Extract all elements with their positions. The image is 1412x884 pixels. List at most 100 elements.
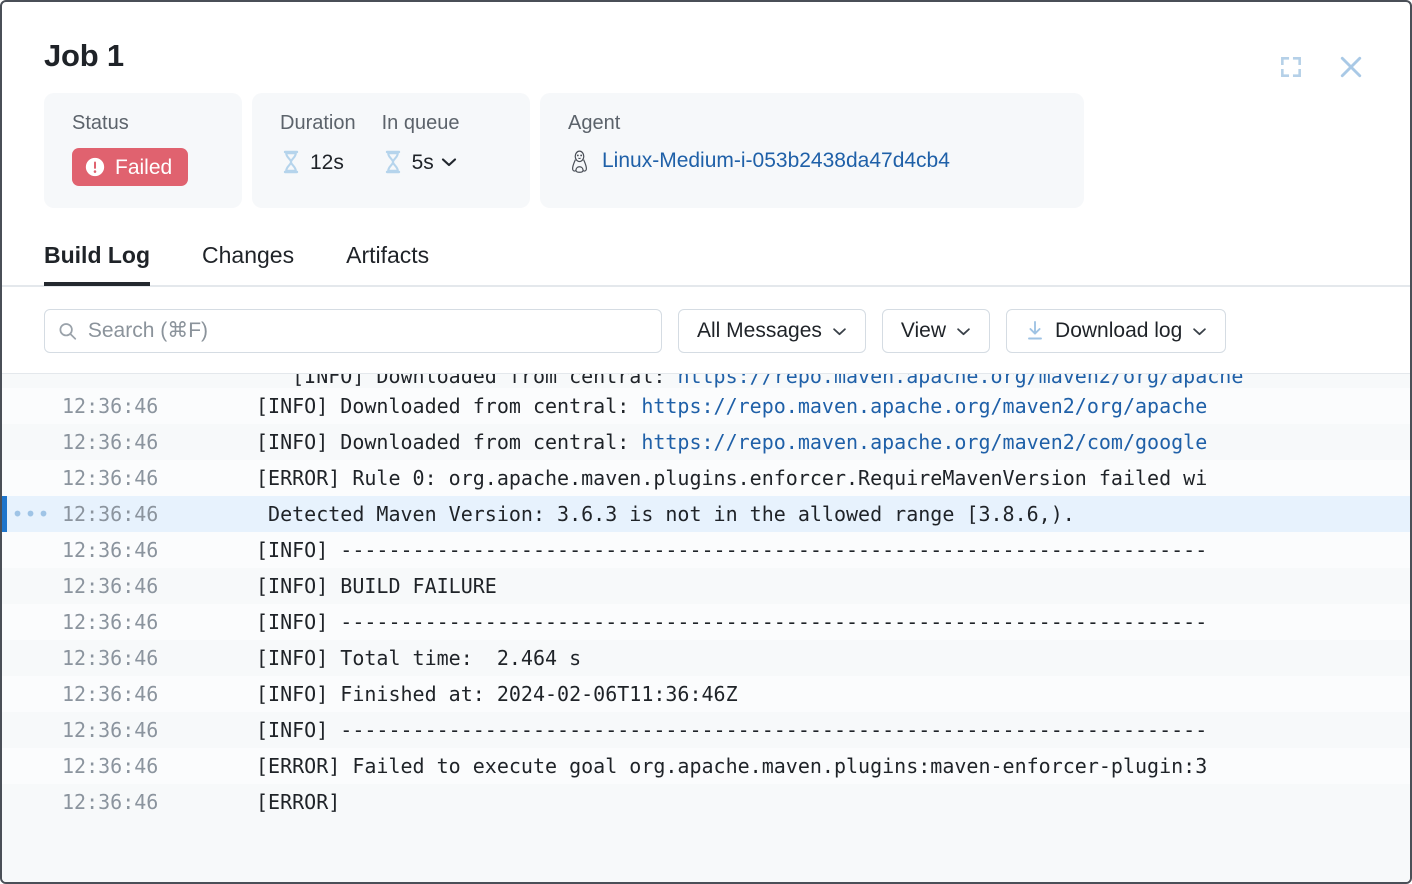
hourglass-icon bbox=[283, 150, 299, 174]
log-row-timestamp: 12:36:46 bbox=[62, 394, 159, 418]
search-icon bbox=[59, 323, 77, 340]
tab-artifacts[interactable]: Artifacts bbox=[346, 242, 429, 285]
in-queue-label: In queue bbox=[381, 112, 460, 134]
dialog-header: Job 1 bbox=[2, 2, 1410, 78]
log-row-message: Detected Maven Version: 3.6.3 is not in … bbox=[256, 502, 1410, 526]
search-box[interactable] bbox=[44, 309, 662, 353]
expand-icon bbox=[1281, 57, 1301, 77]
status-badge-label: Failed bbox=[115, 155, 173, 179]
log-row-message: [INFO] BUILD FAILURE bbox=[256, 574, 1410, 598]
log-row-message: [ERROR] Rule 0: org.apache.maven.plugins… bbox=[256, 466, 1410, 490]
log-row[interactable]: 12:36:46 [ERROR] Failed to execute goal o… bbox=[2, 748, 1410, 784]
log-row[interactable]: 12:36:46 [INFO] -------------------------… bbox=[2, 604, 1410, 640]
duration-value: 12s bbox=[310, 150, 344, 174]
log-row[interactable]: 12:36:46 [INFO] -------------------------… bbox=[2, 532, 1410, 568]
timing-card: Duration 12s In queue 5s bbox=[252, 93, 530, 208]
agent-link[interactable]: Linux-Medium-i-053b2438da47d4cb4 bbox=[602, 149, 950, 173]
log-row-timestamp: 12:36:46 bbox=[62, 790, 159, 814]
log-row-message: [INFO] Total time: 2.464 s bbox=[256, 646, 1410, 670]
close-icon bbox=[1340, 56, 1362, 78]
page-title: Job 1 bbox=[44, 38, 124, 73]
log-row-message: [INFO] ---------------------------------… bbox=[256, 718, 1410, 742]
log-row-timestamp: 12:36:46 bbox=[62, 574, 159, 598]
log-row-message: [ERROR] bbox=[256, 790, 1410, 814]
log-text: [INFO] Downloaded from central: bbox=[256, 374, 678, 388]
chevron-down-icon bbox=[957, 327, 970, 335]
log-row-message: [INFO] ---------------------------------… bbox=[256, 610, 1410, 634]
log-row-timestamp: 12:36:46 bbox=[62, 646, 159, 670]
log-row-timestamp: 12:36:46 bbox=[62, 430, 159, 454]
log-text: [INFO] Downloaded from central: bbox=[256, 394, 642, 418]
view-label: View bbox=[900, 319, 947, 342]
log-row[interactable]: 12:36:46 [ERROR] Rule 0: org.apache.maven… bbox=[2, 460, 1410, 496]
duration-block: Duration 12s bbox=[280, 112, 356, 174]
log-row-timestamp: 12:36:46 bbox=[62, 538, 159, 562]
log-row-message: [INFO] Downloaded from central: https://… bbox=[256, 394, 1410, 418]
status-label: Status bbox=[72, 112, 129, 134]
status-badge[interactable]: Failed bbox=[72, 148, 189, 186]
log-row-timestamp: 12:36:46 bbox=[62, 502, 159, 526]
job-detail-dialog: Job 1 Status Failed Duration 12s In queu… bbox=[0, 0, 1412, 884]
log-row-timestamp: 12:36:46 bbox=[62, 754, 159, 778]
all-messages-label: All Messages bbox=[697, 319, 822, 342]
log-row[interactable]: 12:36:46 [ERROR] bbox=[2, 784, 1410, 820]
expand-button[interactable] bbox=[1274, 50, 1308, 84]
duration-label: Duration bbox=[280, 112, 356, 134]
in-queue-value-row[interactable]: 5s bbox=[382, 150, 460, 174]
log-text: [INFO] Finished at: 2024-02-06T11:36:46Z bbox=[256, 682, 738, 706]
log-row[interactable]: 12:36:46 [INFO] Total time: 2.464 s bbox=[2, 640, 1410, 676]
log-row[interactable]: 12:36:46 [INFO] Downloaded from central: … bbox=[2, 424, 1410, 460]
log-text: [INFO] Downloaded from central: bbox=[256, 430, 642, 454]
log-text: [INFO] ---------------------------------… bbox=[256, 718, 1208, 742]
chevron-down-icon[interactable] bbox=[441, 157, 457, 167]
view-button[interactable]: View bbox=[881, 309, 991, 353]
in-queue-block: In queue 5s bbox=[381, 112, 460, 174]
status-card: Status Failed bbox=[44, 93, 242, 208]
log-row[interactable]: 12:36:46 [INFO] -------------------------… bbox=[2, 712, 1410, 748]
log-text: [INFO] Total time: 2.464 s bbox=[256, 646, 582, 670]
download-log-button[interactable]: Download log bbox=[1006, 309, 1227, 353]
log-row[interactable]: [INFO] Downloaded from central: https://… bbox=[2, 374, 1410, 388]
log-row-timestamp: 12:36:46 bbox=[62, 466, 159, 490]
agent-card: Agent Linux-Medium-i-053b2438da47d4cb4 bbox=[540, 93, 1084, 208]
log-row[interactable]: 12:36:46 [INFO] BUILD FAILURE bbox=[2, 568, 1410, 604]
log-text: [ERROR] Failed to execute goal org.apach… bbox=[256, 754, 1208, 778]
log-toolbar: All Messages View Download log bbox=[2, 287, 1410, 373]
log-row-message: [INFO] Finished at: 2024-02-06T11:36:46Z bbox=[256, 682, 1410, 706]
log-row[interactable]: 12:36:46 [INFO] Downloaded from central: … bbox=[2, 388, 1410, 424]
log-text: [INFO] ---------------------------------… bbox=[256, 610, 1208, 634]
log-row-timestamp: 12:36:46 bbox=[62, 718, 159, 742]
all-messages-button[interactable]: All Messages bbox=[678, 309, 866, 353]
duration-value-row: 12s bbox=[280, 150, 356, 174]
summary-cards: Status Failed Duration 12s In queue 5s A… bbox=[2, 71, 1410, 208]
log-row-message: [INFO] Downloaded from central: https://… bbox=[256, 430, 1410, 454]
log-text: [ERROR] bbox=[256, 790, 341, 814]
log-row[interactable]: ••• 12:36:46 Detected Maven Version: 3.6.… bbox=[2, 496, 1410, 532]
agent-value-row: Linux-Medium-i-053b2438da47d4cb4 bbox=[568, 148, 1058, 174]
log-row-timestamp: 12:36:46 bbox=[62, 682, 159, 706]
chevron-down-icon bbox=[1193, 327, 1207, 335]
hourglass-icon bbox=[385, 150, 400, 174]
log-row-options-icon[interactable]: ••• bbox=[2, 502, 60, 526]
log-text: [INFO] BUILD FAILURE bbox=[256, 574, 497, 598]
tab-changes[interactable]: Changes bbox=[202, 242, 294, 285]
log-row-message: [INFO] ---------------------------------… bbox=[256, 538, 1410, 562]
log-text: [INFO] ---------------------------------… bbox=[256, 538, 1208, 562]
download-log-label: Download log bbox=[1055, 319, 1183, 342]
in-queue-value: 5s bbox=[411, 150, 434, 174]
linux-tux-icon bbox=[571, 150, 588, 173]
log-url-link[interactable]: https://repo.maven.apache.org/maven2/org… bbox=[641, 394, 1207, 418]
search-input[interactable] bbox=[87, 319, 649, 343]
error-circle-icon bbox=[85, 157, 105, 177]
log-row-message: [ERROR] Failed to execute goal org.apach… bbox=[256, 754, 1410, 778]
log-text: Detected Maven Version: 3.6.3 is not in … bbox=[256, 502, 1075, 526]
chevron-down-icon bbox=[833, 327, 846, 335]
log-url-link[interactable]: https://repo.maven.apache.org/maven2/com… bbox=[641, 430, 1207, 454]
log-url-link[interactable]: https://repo.maven.apache.org/maven2/org… bbox=[677, 374, 1243, 388]
log-row-message: [INFO] Downloaded from central: https://… bbox=[256, 374, 1410, 388]
close-button[interactable] bbox=[1334, 50, 1368, 84]
agent-label: Agent bbox=[568, 112, 621, 134]
log-row[interactable]: 12:36:46 [INFO] Finished at: 2024-02-06T1… bbox=[2, 676, 1410, 712]
build-log-output[interactable]: [INFO] Downloaded from central: https://… bbox=[2, 373, 1410, 882]
tab-build-log[interactable]: Build Log bbox=[44, 242, 151, 286]
